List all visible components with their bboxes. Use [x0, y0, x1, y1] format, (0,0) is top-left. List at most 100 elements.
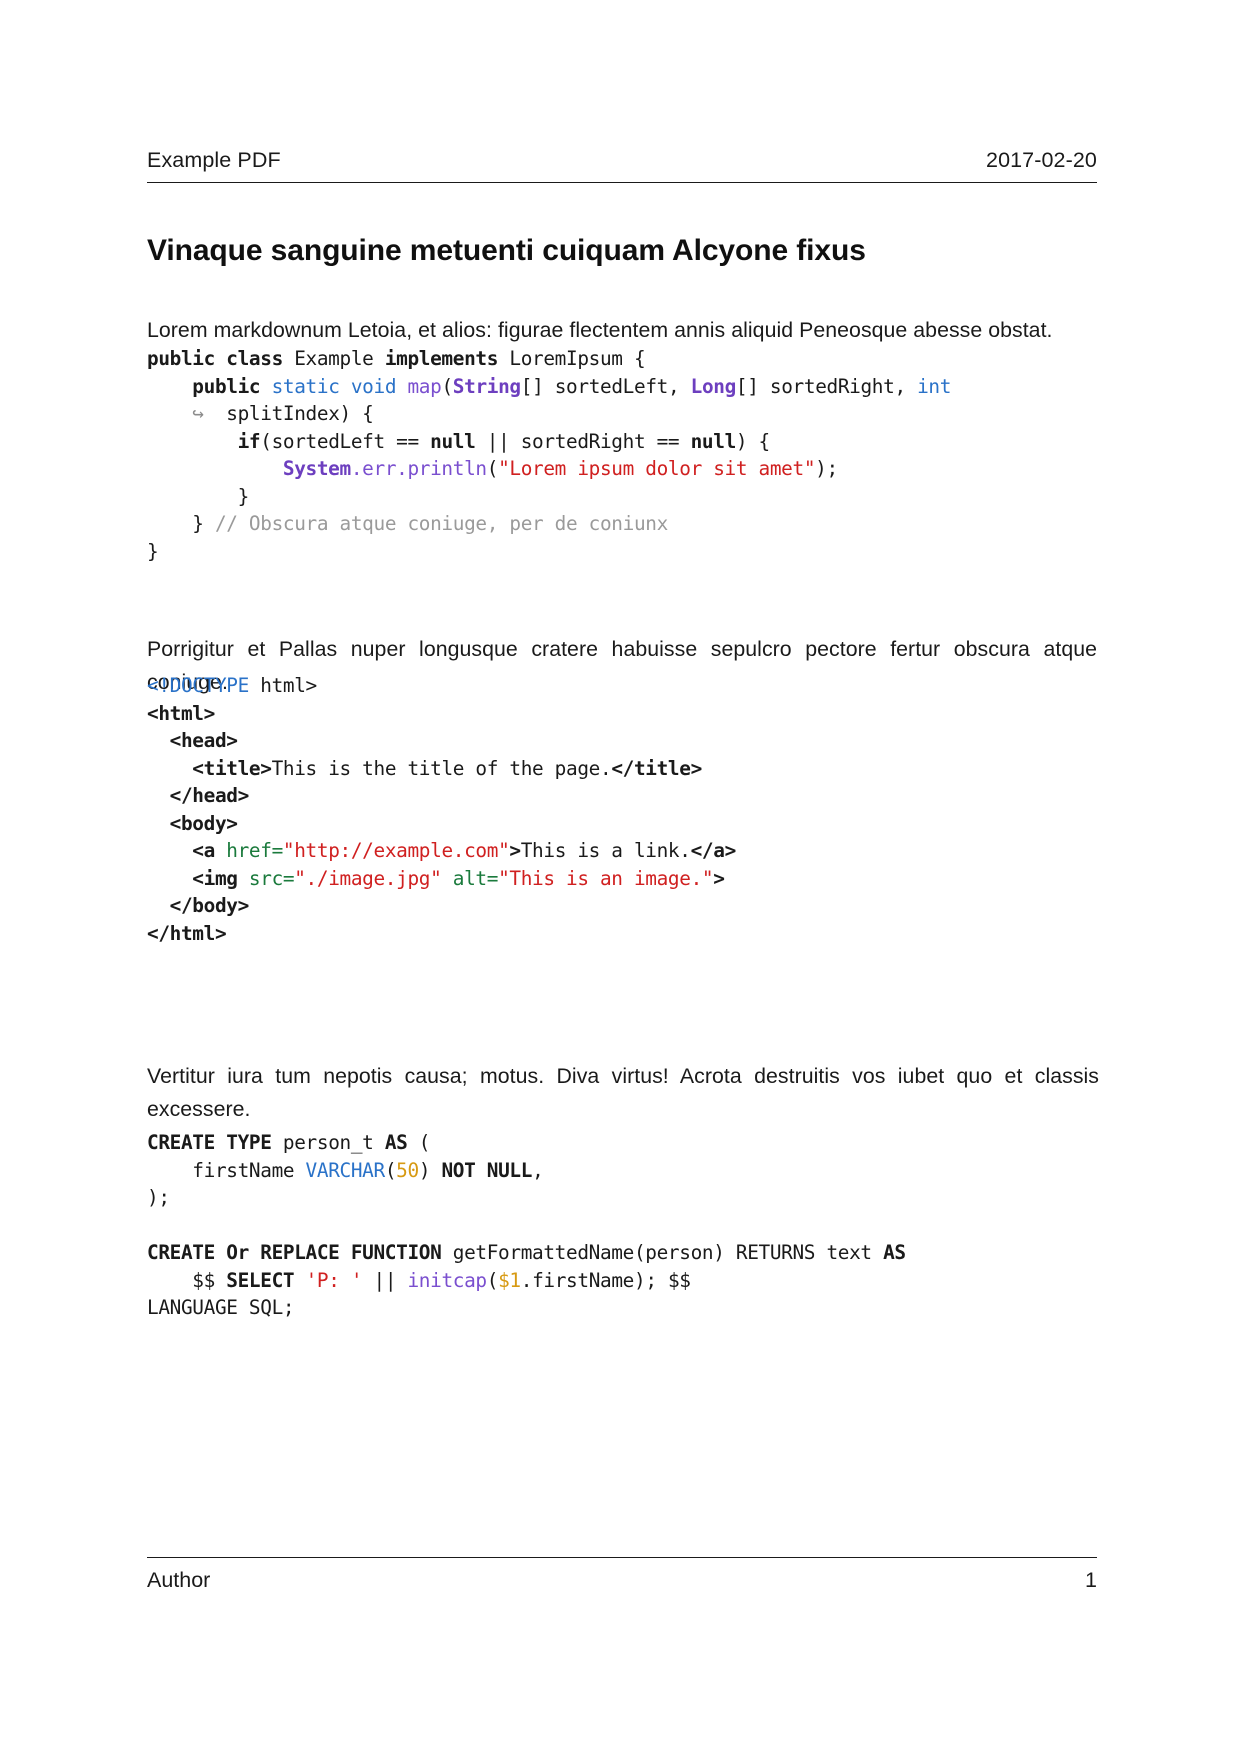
code-token-plain: );	[815, 457, 838, 481]
code-line: System.err.println("Lorem ipsum dolor si…	[147, 455, 1097, 483]
code-token-kw: CREATE TYPE	[147, 1131, 272, 1154]
code-line: public static void map(String[] sortedLe…	[147, 373, 1097, 401]
code-line: <head>	[147, 727, 1097, 755]
code-token-tag: </title>	[611, 756, 702, 780]
code-line: <img src="./image.jpg" alt="This is an i…	[147, 865, 1097, 893]
code-line: );	[147, 1184, 1097, 1212]
code-line: public class Example implements LoremIps…	[147, 345, 1097, 373]
code-token-plain: splitIndex) {	[214, 402, 374, 426]
code-token-str: "http://example.com"	[282, 839, 510, 863]
code-token-kw: public	[192, 374, 261, 398]
code-token-str: "./image.jpg"	[294, 866, 442, 890]
code-line: LANGUAGE SQL;	[147, 1294, 1097, 1322]
code-token-plain: (	[441, 374, 453, 398]
code-token-plain: (	[407, 1131, 431, 1154]
code-line	[147, 1212, 1097, 1240]
code-token-num: $1	[498, 1268, 521, 1292]
code-block-sql: CREATE TYPE person_t AS ( firstName VARC…	[147, 1129, 1097, 1322]
code-line: </head>	[147, 782, 1097, 810]
code-token-kw: SELECT	[226, 1268, 295, 1292]
code-token-plain: }	[147, 539, 159, 563]
code-token-plain: This is the title of the page.	[271, 756, 612, 780]
code-token-tag: <html>	[147, 701, 215, 725]
code-token-str: 'P: '	[305, 1268, 363, 1292]
code-token-plain: html>	[248, 674, 317, 697]
code-token-kw: AS	[883, 1241, 906, 1265]
code-token-plain: ,	[532, 1158, 544, 1182]
header-date: 2017-02-20	[986, 148, 1097, 172]
code-token-wrap: ↪	[147, 402, 215, 426]
code-token-plain: (sortedLeft ==	[260, 429, 431, 453]
code-token-class: Long	[690, 374, 737, 398]
code-token-plain: LoremIpsum {	[498, 347, 646, 370]
code-line: <html>	[147, 700, 1097, 728]
code-token-plain: This is a link.	[520, 839, 691, 863]
code-token-attr: alt=	[452, 866, 499, 890]
footer-page-number: 1	[1085, 1568, 1097, 1592]
footer-author: Author	[147, 1568, 211, 1592]
code-block-java: public class Example implements LoremIps…	[147, 345, 1097, 565]
code-token-str: "This is an image."	[498, 866, 714, 890]
code-line: </body>	[147, 892, 1097, 920]
code-token-plain: }	[147, 512, 215, 536]
code-token-kw: public class	[147, 347, 283, 370]
header-document-name: Example PDF	[147, 148, 281, 172]
code-token-tag: </body>	[169, 894, 250, 918]
code-token-plain: firstName	[147, 1158, 306, 1182]
running-footer: Author 1	[147, 1557, 1097, 1593]
code-token-plain: person_t	[271, 1131, 385, 1154]
code-line: <a href="http://example.com">This is a l…	[147, 837, 1097, 865]
running-header: Example PDF 2017-02-20	[147, 148, 1097, 183]
code-token-plain: (	[384, 1158, 397, 1182]
code-line: } // Obscura atque coniuge, per de coniu…	[147, 510, 1097, 538]
code-line: ↪ splitIndex) {	[147, 400, 1097, 428]
code-token-fn: .err.println	[350, 457, 487, 481]
code-line: </html>	[147, 920, 1097, 948]
code-token-tag: </a>	[690, 839, 737, 863]
code-token-tag: <head>	[169, 729, 238, 753]
code-token-type: VARCHAR	[305, 1158, 386, 1182]
code-token-kw: if	[237, 429, 261, 453]
code-line: firstName VARCHAR(50) NOT NULL,	[147, 1157, 1097, 1185]
code-token-plain: LANGUAGE SQL;	[147, 1296, 295, 1320]
code-token-plain: (	[486, 457, 499, 481]
code-token-comment: // Obscura atque coniuge, per de coniunx	[214, 512, 668, 536]
code-token-plain: [] sortedRight,	[735, 374, 918, 398]
code-line: }	[147, 483, 1097, 511]
code-line: CREATE Or REPLACE FUNCTION getFormattedN…	[147, 1239, 1097, 1267]
code-line: <!DOCTYPE html>	[147, 672, 1097, 700]
code-line: if(sortedLeft == null || sortedRight == …	[147, 428, 1097, 456]
code-token-kw: null	[690, 429, 737, 453]
code-token-class: System	[282, 457, 351, 481]
code-token-tag: <title>	[192, 756, 272, 780]
code-token-attr: src=	[248, 866, 295, 890]
code-token-plain: }	[147, 484, 250, 508]
code-token-plain: Example	[282, 347, 385, 370]
code-token-tag: >	[509, 839, 521, 863]
page-title: Vinaque sanguine metuenti cuiquam Alcyon…	[147, 234, 866, 268]
code-token-doctype: <!DOCTYPE	[147, 674, 249, 697]
code-token-tag: <img	[192, 866, 238, 890]
code-token-tag: <body>	[169, 811, 238, 835]
code-token-tag: </html>	[147, 921, 227, 945]
code-token-type: int	[917, 374, 952, 398]
code-token-plain: );	[147, 1186, 170, 1210]
code-line: }	[147, 538, 1097, 566]
code-token-str: "Lorem ipsum dolor sit amet"	[498, 457, 816, 481]
code-token-kw: CREATE Or REPLACE FUNCTION	[147, 1241, 442, 1265]
code-token-plain: )	[418, 1158, 442, 1182]
